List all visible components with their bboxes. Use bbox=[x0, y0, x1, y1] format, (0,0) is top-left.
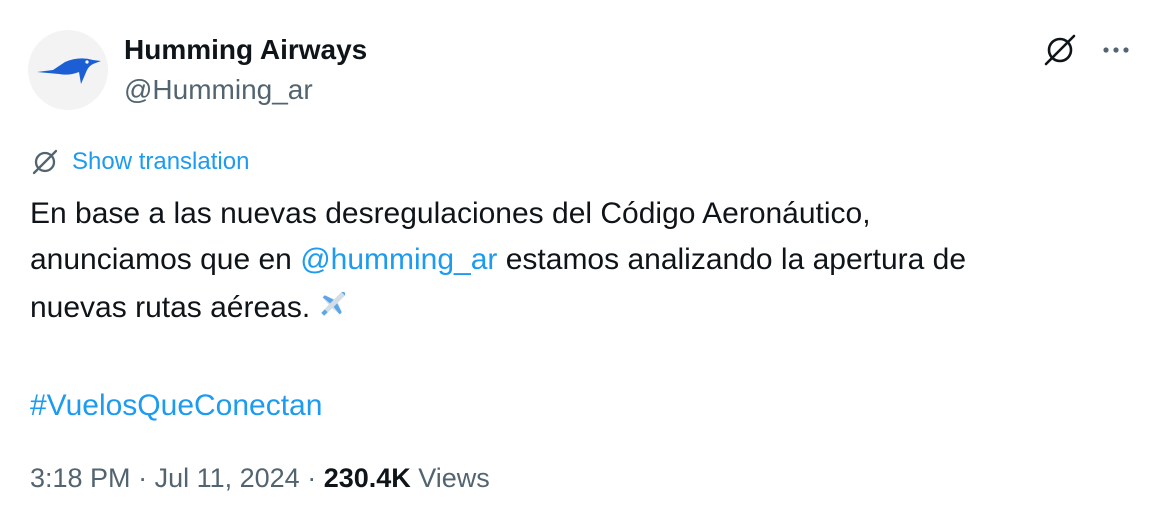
tweet-text-line-1: En base a las nuevas desregulaciones del… bbox=[30, 197, 871, 230]
tweet-top-actions bbox=[1040, 30, 1136, 70]
tweet-time[interactable]: 3:18 PM bbox=[30, 463, 131, 493]
author-display-name[interactable]: Humming Airways bbox=[124, 32, 367, 68]
show-translation-link[interactable]: Show translation bbox=[30, 146, 249, 178]
tweet-date[interactable]: Jul 11, 2024 bbox=[155, 463, 300, 493]
more-button[interactable] bbox=[1096, 30, 1136, 70]
views-count[interactable]: 230.4K bbox=[324, 463, 411, 493]
tweet-text-segment: estamos analizando la apertura de bbox=[497, 243, 967, 276]
airplane-emoji-icon bbox=[314, 283, 354, 337]
show-translation-label[interactable]: Show translation bbox=[72, 146, 249, 178]
tweet-text-line-2: anunciamos que en @humming_ar estamos an… bbox=[30, 237, 1130, 283]
grok-button[interactable] bbox=[1040, 30, 1080, 70]
tweet-text-segment: anunciamos que en bbox=[30, 243, 301, 276]
more-dots-icon bbox=[1103, 47, 1129, 53]
avatar[interactable] bbox=[28, 30, 108, 110]
translate-slash-icon bbox=[32, 149, 58, 175]
mention-link[interactable]: @humming_ar bbox=[300, 243, 497, 276]
hashtag-link[interactable]: #VuelosQueConectan bbox=[30, 389, 322, 422]
slash-circle-icon bbox=[1044, 34, 1076, 66]
tweet-text-line-4: #VuelosQueConectan bbox=[30, 383, 1130, 429]
views-label: Views bbox=[410, 463, 490, 493]
meta-separator: · bbox=[299, 463, 324, 493]
tweet-card: Humming Airways @Humming_ar Show transla… bbox=[0, 0, 1156, 518]
tweet-text-segment: nuevas rutas aéreas. bbox=[30, 291, 311, 324]
tweet-text: En base a las nuevas desregulaciones del… bbox=[30, 191, 1130, 429]
hummingbird-logo-icon bbox=[37, 58, 101, 84]
author-handle[interactable]: @Humming_ar bbox=[124, 72, 313, 108]
tweet-meta: 3:18 PM · Jul 11, 2024 · 230.4K Views bbox=[30, 460, 490, 496]
meta-separator: · bbox=[130, 463, 155, 493]
tweet-text-line-3: nuevas rutas aéreas. bbox=[30, 283, 1130, 337]
